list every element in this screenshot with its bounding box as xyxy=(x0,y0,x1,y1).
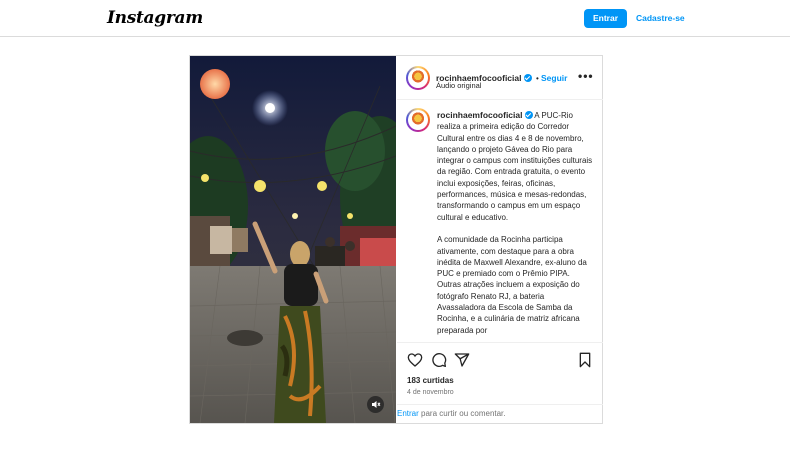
top-navigation-bar: Instagram Entrar Cadastre-se xyxy=(0,0,790,37)
action-bar xyxy=(397,344,603,374)
avatar[interactable] xyxy=(406,66,430,90)
verified-badge-icon xyxy=(523,74,532,82)
share-icon[interactable] xyxy=(454,352,470,368)
caption-username[interactable]: rocinhaemfocooficial xyxy=(437,110,523,120)
caption-text: rocinhaemfocooficial A PUC-Rio realiza a… xyxy=(437,110,594,342)
post-video[interactable] xyxy=(190,56,396,423)
bookmark-icon[interactable] xyxy=(577,352,593,368)
post-side-panel: rocinhaemfocooficial • Seguir Áudio orig… xyxy=(397,56,603,423)
more-options-icon[interactable]: ••• xyxy=(578,69,594,83)
follow-button[interactable]: Seguir xyxy=(541,73,567,83)
footer-text: para curtir ou comentar. xyxy=(418,409,506,418)
caption-paragraph-2: A comunidade da Rocinha participa ativam… xyxy=(437,235,587,335)
comment-icon[interactable] xyxy=(431,352,447,368)
caption-area[interactable]: rocinhaemfocooficial A PUC-Rio realiza a… xyxy=(397,100,603,343)
comment-footer: Entrar para curtir ou comentar. xyxy=(397,404,603,423)
post-card: rocinhaemfocooficial • Seguir Áudio orig… xyxy=(189,55,603,424)
instagram-logo[interactable]: Instagram xyxy=(107,8,203,28)
caption-avatar[interactable] xyxy=(406,108,430,132)
footer-login-link[interactable]: Entrar xyxy=(397,409,419,418)
verified-badge-icon xyxy=(524,111,533,119)
audio-label[interactable]: Áudio original xyxy=(436,81,481,90)
heart-icon[interactable] xyxy=(407,352,423,368)
likes-count[interactable]: 183 curtidas xyxy=(407,376,454,385)
video-frame xyxy=(190,56,396,423)
speaker-muted-icon[interactable] xyxy=(367,396,384,413)
signup-link[interactable]: Cadastre-se xyxy=(636,9,685,28)
login-button[interactable]: Entrar xyxy=(584,9,627,28)
post-header: rocinhaemfocooficial • Seguir Áudio orig… xyxy=(397,56,603,100)
caption-paragraph-1: A PUC-Rio realiza a primeira edição do C… xyxy=(437,111,593,222)
post-date[interactable]: 4 de novembro xyxy=(407,389,454,396)
